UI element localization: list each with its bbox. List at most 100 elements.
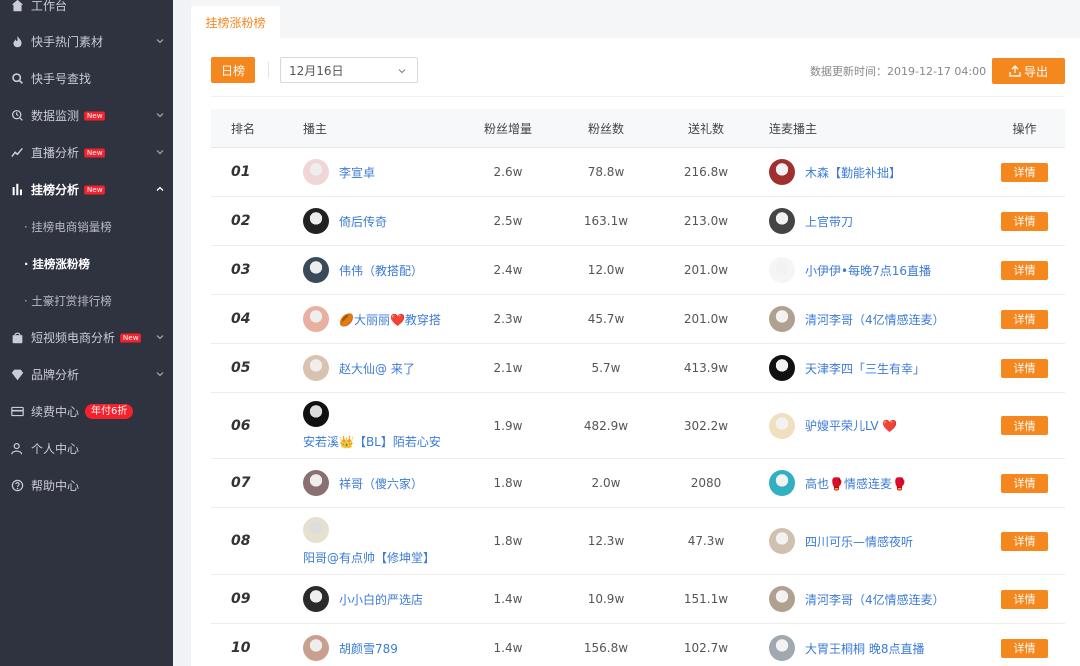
rank-cell: 03 [231,262,251,278]
gifts-cell: 102.7w [683,641,729,655]
fans-gain-cell: 2.6w [493,165,523,179]
partner-name-link[interactable]: 小伊伊•每晚7点16直播 [805,262,931,279]
sidebar-item-data-monitor[interactable]: 数据监测 New [0,97,173,134]
detail-button[interactable]: 详情 [1001,260,1048,280]
avatar[interactable] [303,306,329,332]
partner-name-link[interactable]: 大胃王桐桐 晚8点直播 [805,640,924,657]
anchor-name-link[interactable]: 伟伟（教搭配） [339,262,423,279]
sidebar-item-label: 帮助中心 [31,479,80,493]
fans-cell: 12.0w [587,263,625,277]
chevron-down-icon [398,69,406,74]
avatar[interactable] [303,470,329,496]
promo-badge: 年付6折 [85,404,134,419]
avatar[interactable] [769,159,795,185]
avatar[interactable] [303,586,329,612]
detail-button[interactable]: 详情 [1001,309,1048,329]
sidebar-item-workbench[interactable]: 工作台 [0,0,173,24]
avatar[interactable] [769,208,795,234]
fans-cell: 12.3w [587,534,625,548]
sidebar-item-renewal[interactable]: 续费中心 年付6折 [0,393,173,430]
avatar[interactable] [303,208,329,234]
sidebar-subitem-label: · 挂榜涨粉榜 [24,256,90,271]
gifts-cell: 302.2w [683,418,729,433]
sidebar-item-profile[interactable]: 个人中心 [0,430,173,467]
partner-name-link[interactable]: 清河李哥（4亿情感连麦） [805,311,945,328]
detail-button[interactable]: 详情 [1001,162,1048,182]
anchor-name-link[interactable]: 祥哥（傻六家） [339,475,423,492]
toolbar-separator [211,96,1065,97]
anchor-cell: 伟伟（教搭配） [303,246,423,294]
sidebar-item-help[interactable]: 帮助中心 [0,467,173,504]
sidebar-item-live-analysis[interactable]: 直播分析 New [0,134,173,171]
partner-name-link[interactable]: 木森【勤能补拙】 [805,164,901,181]
avatar[interactable] [303,159,329,185]
daily-ranking-button[interactable]: 日榜 [211,57,255,83]
detail-button[interactable]: 详情 [1001,473,1048,493]
avatar[interactable] [769,635,795,661]
avatar[interactable] [769,306,795,332]
sidebar-subitem-gift-ranking[interactable]: · 土豪打赏排行榜 [0,282,173,319]
header-partner: 连麦播主 [769,122,818,136]
fans-cell: 482.9w [583,418,629,433]
sidebar-item-ranking-analysis[interactable]: 挂榜分析 New [0,171,173,208]
action-cell: 详情 [1001,508,1048,574]
action-cell: 详情 [1001,575,1048,623]
anchor-name-link[interactable]: 安若溪👑【BL】陌若心安 [303,433,441,450]
detail-button[interactable]: 详情 [1001,211,1048,231]
fans-cell: 2.0w [591,476,621,490]
export-button[interactable]: 导出 [992,58,1065,84]
anchor-name-link[interactable]: 🏉大丽丽❤️教穿搭 [339,311,441,328]
partner-name-link[interactable]: 清河李哥（4亿情感连麦） [805,591,945,608]
partner-name-link[interactable]: 驴嫂平荣儿LV ❤️ [805,417,897,434]
detail-button[interactable]: 详情 [1001,531,1048,551]
rank-cell: 04 [231,311,251,327]
avatar[interactable] [769,586,795,612]
detail-button[interactable]: 详情 [1001,638,1048,658]
sidebar-item-label: 个人中心 [31,442,80,456]
anchor-name-link[interactable]: 阳哥@有点帅【修坤堂】 [303,549,435,566]
anchor-cell: 阳哥@有点帅【修坤堂】 [303,508,435,574]
sidebar-item-account-search[interactable]: 快手号查找 [0,60,173,97]
avatar[interactable] [769,355,795,381]
fire-icon [10,35,24,49]
sidebar-item-hot-material[interactable]: 快手热门素材 [0,23,173,60]
anchor-name-link[interactable]: 倚后传奇 [339,213,387,230]
avatar[interactable] [769,257,795,283]
avatar[interactable] [303,355,329,381]
partner-name-link[interactable]: 上官带刀 [805,213,853,230]
tab-bar [191,0,1080,38]
date-select[interactable]: 12月16日 [280,57,418,83]
avatar[interactable] [769,470,795,496]
avatar[interactable] [303,635,329,661]
tab-fans-ranking[interactable]: 挂榜涨粉榜 [191,6,280,38]
anchor-name-link[interactable]: 小小白的严选店 [339,591,423,608]
sidebar-subitem-fans-ranking[interactable]: · 挂榜涨粉榜 [0,245,173,282]
partner-name-link[interactable]: 高也🥊情感连麦🥊 [805,475,907,492]
anchor-name-link[interactable]: 赵大仙@ 来了 [339,360,415,377]
detail-button[interactable]: 详情 [1001,416,1048,435]
detail-button[interactable]: 详情 [1001,358,1048,378]
avatar[interactable] [303,401,329,427]
sidebar-item-brand-analysis[interactable]: 品牌分析 [0,356,173,393]
new-badge: New [84,111,106,120]
sidebar-subitem-sales-ranking[interactable]: · 挂榜电商销量榜 [0,208,173,245]
gifts-cell: 201.0w [683,263,729,277]
anchor-name-link[interactable]: 胡颜雪789 [339,640,398,657]
avatar[interactable] [769,528,795,554]
partner-name-link[interactable]: 天津李四「三生有幸」 [805,360,925,377]
fans-gain-cell: 2.3w [493,312,523,326]
partner-name-link[interactable]: 四川可乐—情感夜听 [805,533,913,550]
avatar[interactable] [303,257,329,283]
sidebar-item-label: 直播分析 [31,146,80,160]
sidebar-item-video-commerce[interactable]: 短视频电商分析 New [0,319,173,356]
avatar[interactable] [769,412,795,439]
table-row: 01 李宣卓 2.6w 78.8w 216.8w 木森【勤能补拙】 详情 [211,148,1065,197]
anchor-name-link[interactable]: 李宣卓 [339,164,375,181]
sidebar-item-label: 挂榜分析 [31,183,80,197]
avatar[interactable] [303,516,329,543]
table-row: 06 安若溪👑【BL】陌若心安 1.9w 482.9w 302.2w 驴嫂平荣儿… [211,393,1065,459]
fans-gain-cell: 1.4w [493,592,523,606]
chevron-up-icon [156,186,164,191]
detail-button[interactable]: 详情 [1001,589,1048,609]
bag-icon [10,331,24,345]
